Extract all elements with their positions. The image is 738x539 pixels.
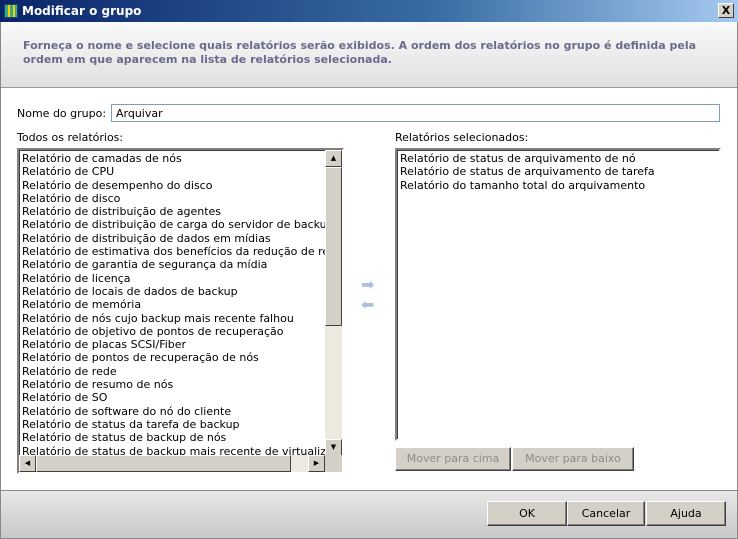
cancel-button[interactable]: Cancelar <box>567 501 645 526</box>
list-item[interactable]: Relatório de locais de dados de backup <box>19 285 325 298</box>
add-arrow-icon[interactable]: ➡ <box>361 277 374 293</box>
list-item[interactable]: Relatório de SO <box>19 391 325 404</box>
list-item[interactable]: Relatório de rede <box>19 365 325 378</box>
window-title: Modificar o grupo <box>22 4 142 18</box>
list-item[interactable]: Relatório do tamanho total do arquivamen… <box>397 179 719 192</box>
list-item[interactable]: Relatório de garantia de segurança da mí… <box>19 258 325 271</box>
description: Forneça o nome e selecione quais relatór… <box>23 39 697 66</box>
move-down-button[interactable]: Mover para baixo <box>512 447 634 471</box>
list-item[interactable]: Relatório de status de backup de nós <box>19 431 325 444</box>
list-item[interactable]: Relatório de disco <box>19 192 325 205</box>
list-item[interactable]: Relatório de status da tarefa de backup <box>19 418 325 431</box>
vertical-scrollbar[interactable]: ▲ ▼ <box>325 150 342 456</box>
selected-reports-label: Relatórios selecionados: <box>395 131 529 144</box>
list-item[interactable]: Relatório de distribuição de carga do se… <box>19 218 325 231</box>
selected-reports-list[interactable]: Relatório de status de arquivamento de n… <box>395 148 721 441</box>
list-item[interactable]: Relatório de desempenho do disco <box>19 179 325 192</box>
list-item[interactable]: Relatório de status de arquivamento de n… <box>397 152 719 165</box>
title-bar: Modificar o grupo X <box>0 0 738 22</box>
h-scroll-thumb[interactable] <box>36 455 291 472</box>
list-item[interactable]: Relatório de CPU <box>19 165 325 178</box>
list-item[interactable]: Relatório de camadas de nós <box>19 152 325 165</box>
app-icon <box>4 4 18 18</box>
scroll-down-button[interactable]: ▼ <box>325 439 342 456</box>
list-item[interactable]: Relatório de licença <box>19 272 325 285</box>
all-reports-label: Todos os relatórios: <box>17 131 124 144</box>
list-item[interactable]: Relatório de objetivo de pontos de recup… <box>19 325 325 338</box>
list-item[interactable]: Relatório de resumo de nós <box>19 378 325 391</box>
all-reports-list[interactable]: Relatório de camadas de nós Relatório de … <box>17 148 344 474</box>
group-name-label: Nome do grupo: <box>17 107 107 120</box>
scroll-thumb[interactable] <box>325 167 342 326</box>
list-item[interactable]: Relatório de software do nó do cliente <box>19 405 325 418</box>
group-name-input[interactable] <box>111 104 720 122</box>
list-item[interactable]: Relatório de memória <box>19 298 325 311</box>
move-up-button[interactable]: Mover para cima <box>395 447 511 471</box>
list-item[interactable]: Relatório de nós cujo backup mais recent… <box>19 312 325 325</box>
list-item[interactable]: Relatório de status de arquivamento de t… <box>397 165 719 178</box>
list-item[interactable]: Relatório de placas SCSI/Fiber <box>19 338 325 351</box>
close-button[interactable]: X <box>718 3 734 18</box>
list-item[interactable]: Relatório de distribuição de dados em mí… <box>19 232 325 245</box>
scroll-up-button[interactable]: ▲ <box>325 150 342 167</box>
ok-button[interactable]: OK <box>487 501 567 526</box>
scroll-corner <box>325 455 342 472</box>
header: Forneça o nome e selecione quais relatór… <box>1 22 737 88</box>
remove-arrow-icon[interactable]: ➡ <box>361 295 374 314</box>
list-item[interactable]: Relatório de pontos de recuperação de nó… <box>19 351 325 364</box>
horizontal-scrollbar[interactable]: ◀ ▶ <box>19 455 325 472</box>
scroll-left-button[interactable]: ◀ <box>19 455 36 472</box>
list-item[interactable]: Relatório de estimativa dos benefícios d… <box>19 245 325 258</box>
scroll-right-button[interactable]: ▶ <box>308 455 325 472</box>
list-item[interactable]: Relatório de distribuição de agentes <box>19 205 325 218</box>
help-button[interactable]: Ajuda <box>646 501 726 526</box>
